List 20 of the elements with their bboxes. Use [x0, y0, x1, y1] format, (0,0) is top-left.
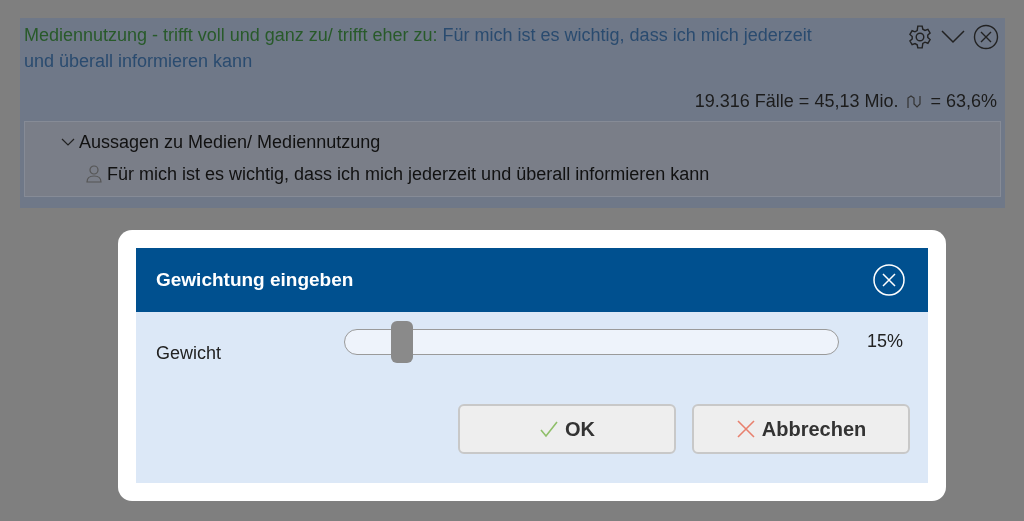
slider-label: Gewicht — [156, 342, 223, 365]
case-count: 19.316 Fälle = 45,13 Mio. — [694, 90, 899, 113]
person-icon — [85, 164, 105, 184]
cross-icon — [735, 419, 756, 439]
panel-title: Mediennutzung - trifft voll und ganz zu/ trifft eher zu: Für mich ist es wichtig, dass ich mich jederzeit und überall informieren kann — [24, 25, 812, 71]
close-icon[interactable] — [973, 24, 999, 50]
share-value: = 63,6% — [930, 90, 997, 113]
slider-value: 15% — [867, 330, 904, 353]
settings-icon[interactable] — [907, 24, 933, 50]
slider-track[interactable] — [344, 321, 839, 363]
dialog-title: Gewichtung eingeben — [156, 267, 354, 292]
chevron-down-icon[interactable] — [61, 137, 75, 147]
tree-item[interactable]: Für mich ist es wichtig, dass ich mich jederzeit und überall informieren kann — [107, 158, 710, 190]
chevron-down-icon[interactable] — [941, 30, 965, 44]
weight-icon — [906, 93, 923, 110]
tree-item[interactable]: Aussagen zu Medien/ Mediennutzung — [79, 126, 381, 158]
cancel-button[interactable]: Abbrechen — [692, 404, 910, 454]
ok-button[interactable]: OK — [458, 404, 676, 454]
check-icon — [539, 420, 559, 438]
slider-thumb[interactable] — [391, 321, 414, 363]
